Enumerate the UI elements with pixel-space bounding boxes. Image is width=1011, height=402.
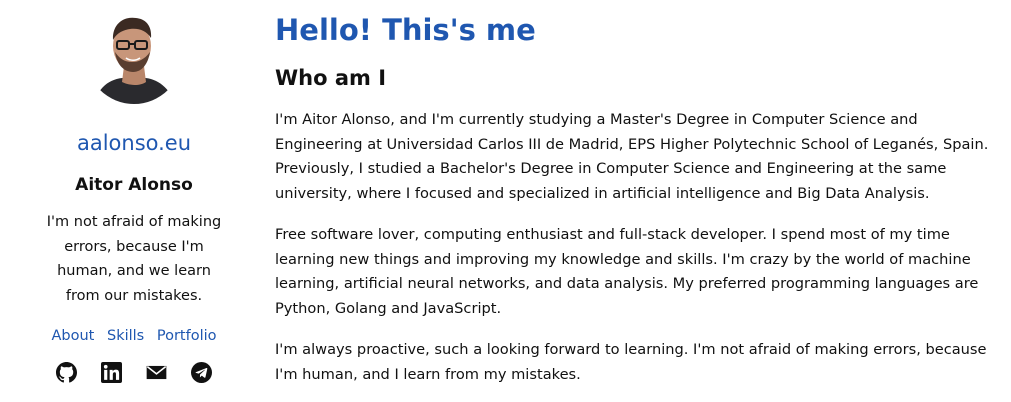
attitude-paragraph: I'm always proactive, such a looking for… <box>275 341 987 383</box>
author-bio: I'm not afraid of making errors, because… <box>46 214 222 304</box>
page: aalonso.eu Aitor Alonso I'm not afraid o… <box>0 0 1011 402</box>
page-title: Hello! This's me <box>275 13 536 47</box>
author-name: Aitor Alonso <box>75 175 193 195</box>
avatar <box>86 8 182 104</box>
github-icon[interactable] <box>56 362 77 383</box>
social-links <box>40 362 228 383</box>
section-title: Who am I <box>275 66 387 90</box>
linkedin-icon[interactable] <box>101 362 122 383</box>
main-content: Hello! This's me Who am I I'm Aitor Alon… <box>275 0 995 387</box>
interests-paragraph: Free software lover, computing enthusias… <box>275 226 979 317</box>
sidebar: aalonso.eu Aitor Alonso I'm not afraid o… <box>40 0 228 383</box>
nav-link-skills[interactable]: Skills <box>107 328 144 344</box>
site-title-link[interactable]: aalonso.eu <box>40 130 228 156</box>
nav-link-portfolio[interactable]: Portfolio <box>157 328 217 344</box>
telegram-icon[interactable] <box>191 362 212 383</box>
nav-link-about[interactable]: About <box>52 328 95 344</box>
intro-paragraph: I'm Aitor Alonso, and I'm currently stud… <box>275 111 989 202</box>
mail-icon[interactable] <box>146 362 167 383</box>
sidebar-nav: About Skills Portfolio <box>40 326 228 346</box>
profile-photo <box>86 8 182 104</box>
